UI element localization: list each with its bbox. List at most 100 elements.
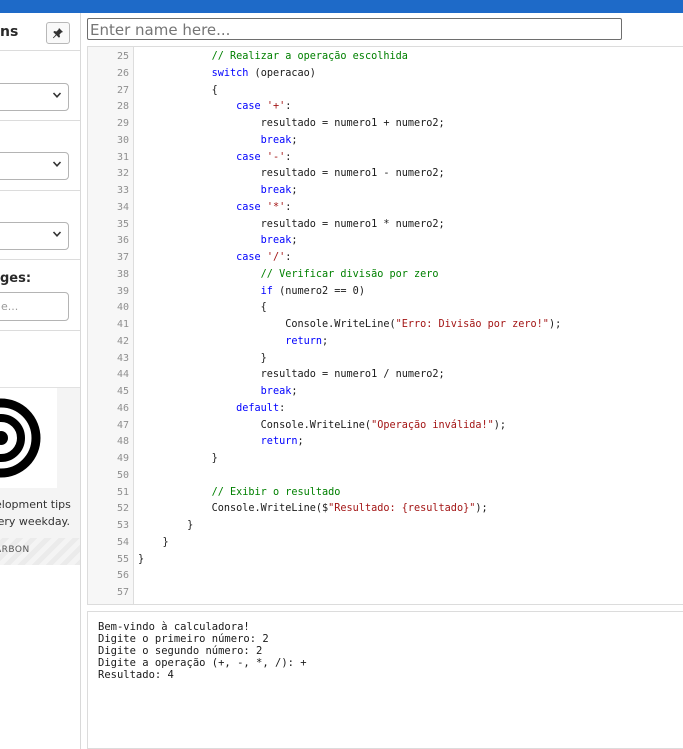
- messages-input[interactable]: e...: [0, 292, 69, 321]
- code-text: }: [138, 536, 169, 548]
- code-keyword: return: [285, 335, 323, 347]
- options-sidebar: ns ges: e... elopment tips ery weekday. …: [0, 13, 81, 749]
- line-number: 26: [116, 67, 129, 79]
- line-number: 37: [116, 252, 129, 263]
- line-number: 51: [116, 486, 129, 498]
- code-keyword: default: [236, 402, 280, 414]
- code-text: );: [493, 419, 507, 431]
- line-number: 55: [116, 553, 129, 565]
- code-line: {: [138, 85, 218, 96]
- code-keyword: if: [260, 285, 273, 297]
- code-line: return;: [138, 336, 328, 347]
- code-text: ;: [322, 335, 329, 347]
- code-line: Console.WriteLine($"Resultado: {resultad…: [138, 503, 488, 514]
- code-text: (operacao): [248, 67, 316, 79]
- divider: [0, 330, 80, 331]
- code-line: resultado = numero1 * numero2;: [138, 219, 445, 230]
- ad-brand: ARBON: [0, 545, 30, 555]
- code-text: resultado = numero1 * numero2;: [138, 218, 445, 230]
- line-number: 28: [116, 101, 129, 113]
- line-number: 41: [116, 319, 129, 330]
- code-line: Console.WriteLine("Erro: Divisão por zer…: [138, 319, 561, 330]
- chevron-down-icon: [52, 92, 62, 98]
- line-number: 40: [116, 302, 129, 314]
- code-string: "Resultado: {resultado}": [328, 503, 476, 515]
- code-keyword: case: [236, 101, 261, 113]
- code-line: {: [138, 302, 267, 313]
- line-number: 31: [116, 151, 129, 163]
- code-text: :: [285, 101, 292, 113]
- code-line: case '-':: [138, 152, 291, 163]
- line-number: 56: [116, 570, 129, 582]
- messages-placeholder: e...: [1, 300, 19, 313]
- option-select-3[interactable]: [0, 222, 69, 250]
- name-input[interactable]: [87, 18, 622, 40]
- ad-footer: ARBON: [0, 538, 80, 565]
- line-number: 47: [116, 419, 129, 431]
- console-line: Bem-vindo à calculadora!: [98, 621, 250, 633]
- code-text: ;: [297, 436, 304, 448]
- line-number: 32: [116, 168, 129, 180]
- line-number: 27: [116, 84, 129, 96]
- code-line: // Realizar a operação escolhida: [138, 51, 408, 62]
- code-line: resultado = numero1 - numero2;: [138, 168, 445, 179]
- code-string: '+': [266, 101, 286, 113]
- code-line: // Exibir o resultado: [138, 487, 341, 498]
- code-string: '/': [266, 252, 286, 263]
- line-number: 52: [116, 503, 129, 515]
- divider: [0, 190, 80, 191]
- sidebar-header: ns: [0, 13, 80, 51]
- carbon-ad[interactable]: elopment tips ery weekday. ARBON: [0, 387, 80, 565]
- line-number: 33: [116, 185, 129, 196]
- code-keyword: break: [260, 185, 292, 196]
- code-line: break;: [138, 185, 298, 196]
- code-text: ;: [291, 235, 298, 247]
- code-keyword: case: [236, 151, 261, 163]
- option-select-2[interactable]: [0, 152, 69, 180]
- ad-logo-icon: [0, 398, 41, 478]
- code-text: {: [138, 84, 218, 96]
- console-output: Bem-vindo à calculadora! Digite o primeir…: [87, 611, 683, 749]
- code-text: ;: [291, 134, 298, 146]
- code-keyword: return: [260, 436, 298, 448]
- line-number: 57: [116, 587, 129, 598]
- option-select-1[interactable]: [0, 83, 69, 111]
- console-line: Digite o segundo número: 2: [98, 645, 263, 657]
- code-line: case '+':: [138, 101, 291, 112]
- code-keyword: case: [236, 201, 261, 213]
- messages-label: ges:: [0, 271, 32, 286]
- code-text: }: [138, 453, 218, 464]
- chevron-down-icon: [52, 161, 62, 167]
- line-number: 38: [116, 268, 129, 280]
- pin-button[interactable]: [46, 22, 70, 44]
- ad-text-line: ery weekday.: [0, 515, 70, 528]
- code-text: :: [285, 252, 292, 263]
- code-line: break;: [138, 386, 298, 397]
- code-line: return;: [138, 436, 304, 447]
- code-line: }: [138, 537, 169, 548]
- code-text: }: [138, 352, 267, 364]
- code-keyword: break: [260, 134, 292, 146]
- line-number: 30: [116, 134, 129, 146]
- code-line: }: [138, 554, 144, 565]
- code-line: if (numero2 == 0): [138, 286, 365, 297]
- code-keyword: break: [260, 235, 292, 247]
- code-text: :: [285, 201, 292, 213]
- code-text: }: [138, 520, 194, 531]
- code-keyword: break: [260, 386, 292, 397]
- line-number: 43: [116, 352, 129, 364]
- line-number: 34: [116, 201, 129, 213]
- line-number: 36: [116, 235, 129, 247]
- code-line: Console.WriteLine("Operação inválida!");: [138, 420, 506, 431]
- code-editor[interactable]: 25 26 27 28 29 30 31 32 33 34 35 36 37 38 39 40 41 42 43 44…: [87, 46, 683, 605]
- code-line: }: [138, 453, 218, 464]
- console-line: Resultado: 4: [98, 669, 174, 681]
- line-number: 48: [116, 436, 129, 448]
